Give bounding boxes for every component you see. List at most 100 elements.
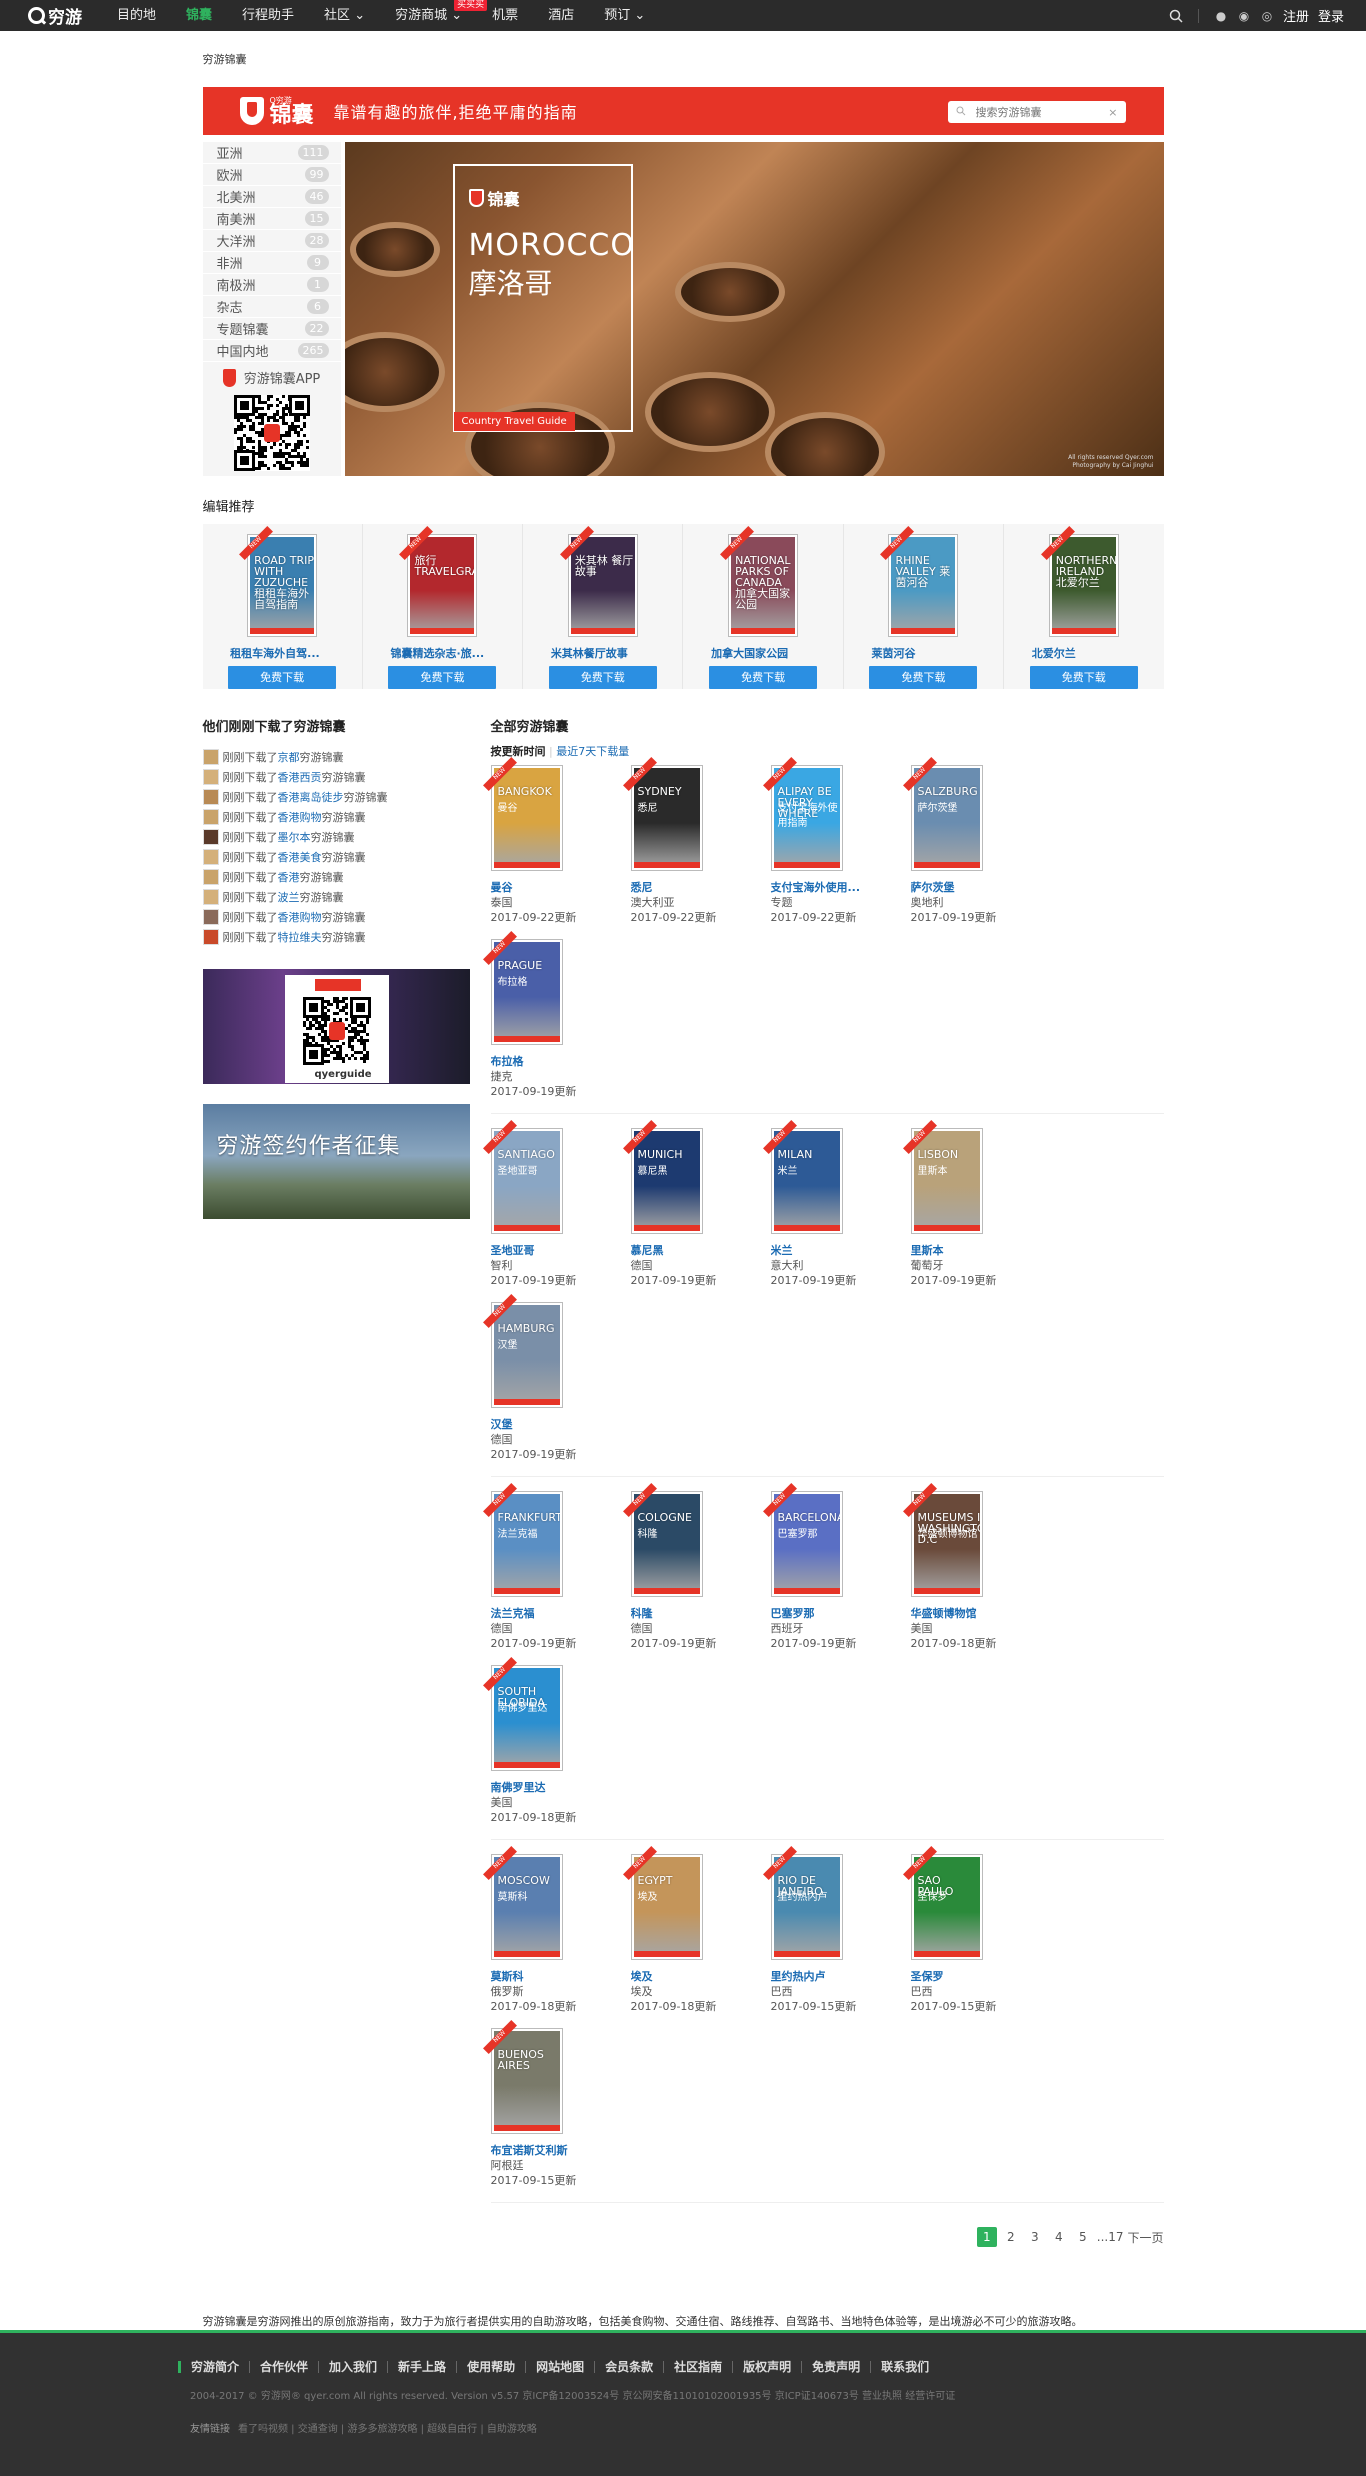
guide-cover[interactable]: PRAGUE 布拉格 NEW <box>482 931 563 1045</box>
avatar[interactable] <box>202 769 219 785</box>
guide-cover[interactable]: MOSCOW 莫斯科 NEW <box>482 1846 563 1960</box>
guide-cover[interactable]: 旅行 TRAVELGRAPHYNEW <box>399 526 478 638</box>
guide-cover[interactable]: SALZBURG 萨尔茨堡 NEW <box>902 757 983 871</box>
download-button[interactable]: 免费下载 <box>1029 666 1138 689</box>
search-icon[interactable] <box>1169 9 1183 23</box>
footer-link[interactable]: 网站地图 <box>525 2361 594 2373</box>
guide-cover[interactable]: SANTIAGO 圣地亚哥 NEW <box>482 1120 563 1234</box>
guide-title[interactable]: 布拉格 <box>491 1053 616 1069</box>
nav-booking[interactable]: 预订 ⌄ <box>589 0 660 31</box>
sidebar-item-region[interactable]: 南美洲 15 <box>202 208 341 230</box>
editor-pick-name[interactable]: 锦囊精选杂志·旅... <box>390 645 494 661</box>
footer-link[interactable]: 版权声明 <box>732 2361 801 2373</box>
sidebar-item-region[interactable]: 北美洲 46 <box>202 186 341 208</box>
weibo-icon[interactable]: ◉ <box>1237 9 1251 23</box>
guide-cover[interactable]: HAMBURG 汉堡 NEW <box>482 1294 563 1408</box>
nav-flights[interactable]: 机票 <box>477 0 533 31</box>
avatar[interactable] <box>202 829 219 845</box>
sidebar-item-region[interactable]: 大洋洲 28 <box>202 230 341 252</box>
guide-cover[interactable]: ROAD TRIP WITH ZUZUCHE 租租车海外自驾指南 NEW <box>239 526 318 638</box>
download-button[interactable]: 免费下载 <box>548 666 657 689</box>
avatar[interactable] <box>202 789 219 805</box>
avatar[interactable] <box>202 929 219 945</box>
nav-planner[interactable]: 行程助手 <box>227 0 309 31</box>
footer-link[interactable]: 免责声明 <box>801 2361 870 2373</box>
footer-link[interactable]: 穷游简介 <box>178 2361 249 2373</box>
app-promo[interactable]: 穷游锦囊APP <box>203 368 341 387</box>
guide-cover[interactable]: SYDNEY 悉尼 NEW <box>622 757 703 871</box>
editor-pick-name[interactable]: 租租车海外自驾... <box>230 645 334 661</box>
guide-cover[interactable]: ALIPAY BE EVERY WHERE 支付宝海外使用指南 NEW <box>762 757 843 871</box>
avatar[interactable] <box>202 869 219 885</box>
footer-link[interactable]: 会员条款 <box>594 2361 663 2373</box>
editor-pick-name[interactable]: 北爱尔兰 <box>1032 645 1136 661</box>
guide-title[interactable]: 圣保罗 <box>911 1968 1036 1984</box>
guide-title[interactable]: 圣地亚哥 <box>491 1242 616 1258</box>
download-guide-link[interactable]: 波兰 <box>278 889 300 905</box>
avatar[interactable] <box>202 749 219 765</box>
nav-destinations[interactable]: 目的地 <box>102 0 171 31</box>
guide-cover[interactable]: SAO PAULO 圣保罗 NEW <box>902 1846 983 1960</box>
guide-cover[interactable]: NATIONAL PARKS OF CANADA 加拿大国家公园 NEW <box>720 526 799 638</box>
guide-title[interactable]: 汉堡 <box>491 1416 616 1432</box>
guide-title[interactable]: 悉尼 <box>631 879 756 895</box>
guide-title[interactable]: 布宜诺斯艾利斯 <box>491 2142 616 2158</box>
sidebar-item-region[interactable]: 南极洲 1 <box>202 274 341 296</box>
login-link[interactable]: 登录 <box>1318 6 1344 25</box>
download-guide-link[interactable]: 特拉维夫 <box>278 929 322 945</box>
site-logo[interactable]: 穷游 <box>28 3 82 28</box>
guide-cover[interactable]: MUNICH 慕尼黑 NEW <box>622 1120 703 1234</box>
register-link[interactable]: 注册 <box>1283 6 1309 25</box>
guide-cover[interactable]: 米其林 餐厅故事 NEW <box>559 526 638 638</box>
next-page-button[interactable]: 下一页 <box>1127 2229 1163 2246</box>
avatar[interactable] <box>202 849 219 865</box>
guide-title[interactable]: 南佛罗里达 <box>491 1779 616 1795</box>
guide-cover[interactable]: BUENOS AIRES NEW <box>482 2020 563 2134</box>
download-guide-link[interactable]: 香港购物 <box>278 909 322 925</box>
sidebar-item-region[interactable]: 欧洲 99 <box>202 164 341 186</box>
nav-hotels[interactable]: 酒店 <box>533 0 589 31</box>
guide-title[interactable]: 米兰 <box>771 1242 896 1258</box>
guide-cover[interactable]: BARCELONA 巴塞罗那 NEW <box>762 1483 843 1597</box>
download-guide-link[interactable]: 香港 <box>278 869 300 885</box>
footer-link[interactable]: 合作伙伴 <box>249 2361 318 2373</box>
download-guide-link[interactable]: 香港离岛徒步 <box>278 789 344 805</box>
avatar[interactable] <box>202 889 219 905</box>
guide-title[interactable]: 法兰克福 <box>491 1605 616 1621</box>
guide-title[interactable]: 埃及 <box>631 1968 756 1984</box>
guide-cover[interactable]: NORTHERN IRELAND 北爱尔兰 NEW <box>1040 526 1119 638</box>
page-last[interactable]: ...17 <box>1097 2230 1124 2244</box>
guide-cover[interactable]: SOUTH FLORIDA 南佛罗里达 NEW <box>482 1657 563 1771</box>
sort-by-downloads[interactable]: 最近7天下载量 <box>556 745 629 758</box>
footer-link[interactable]: 社区指南 <box>663 2361 732 2373</box>
footer-link[interactable]: 加入我们 <box>318 2361 387 2373</box>
editor-pick-name[interactable]: 米其林餐厅故事 <box>551 645 655 661</box>
guide-search-input[interactable] <box>975 105 1106 119</box>
page-2[interactable]: 2 <box>1001 2227 1021 2247</box>
writer-recruit-banner[interactable]: 穷游签约作者征集 <box>202 1104 470 1219</box>
download-button[interactable]: 免费下载 <box>869 666 978 689</box>
wechat-icon[interactable]: ◎ <box>1260 9 1274 23</box>
guide-title[interactable]: 支付宝海外使用... <box>771 879 896 895</box>
download-button[interactable]: 免费下载 <box>388 666 497 689</box>
guide-cover[interactable]: RIO DE JANEIRO 里约热内卢 NEW <box>762 1846 843 1960</box>
editor-pick-name[interactable]: 莱茵河谷 <box>871 645 975 661</box>
download-guide-link[interactable]: 香港购物 <box>278 809 322 825</box>
guide-cover[interactable]: MILAN 米兰 NEW <box>762 1120 843 1234</box>
sort-by-time[interactable]: 按更新时间 <box>491 745 546 758</box>
guide-cover[interactable]: COLOGNE 科隆 NEW <box>622 1483 703 1597</box>
guide-cover[interactable]: BANGKOK 曼谷 NEW <box>482 757 563 871</box>
avatar[interactable] <box>202 909 219 925</box>
guide-title[interactable]: 曼谷 <box>491 879 616 895</box>
guide-title[interactable]: 科隆 <box>631 1605 756 1621</box>
clear-icon[interactable]: × <box>1108 106 1117 119</box>
qq-icon[interactable]: ● <box>1214 9 1228 23</box>
sidebar-item-region[interactable]: 亚洲 111 <box>202 142 341 164</box>
page-3[interactable]: 3 <box>1025 2227 1045 2247</box>
guide-cover[interactable]: FRANKFURT 法兰克福 NEW <box>482 1483 563 1597</box>
page-5[interactable]: 5 <box>1073 2227 1093 2247</box>
nav-community[interactable]: 社区 ⌄ <box>309 0 380 31</box>
download-guide-link[interactable]: 香港美食 <box>278 849 322 865</box>
download-guide-link[interactable]: 香港西贡 <box>278 769 322 785</box>
download-guide-link[interactable]: 墨尔本 <box>278 829 311 845</box>
